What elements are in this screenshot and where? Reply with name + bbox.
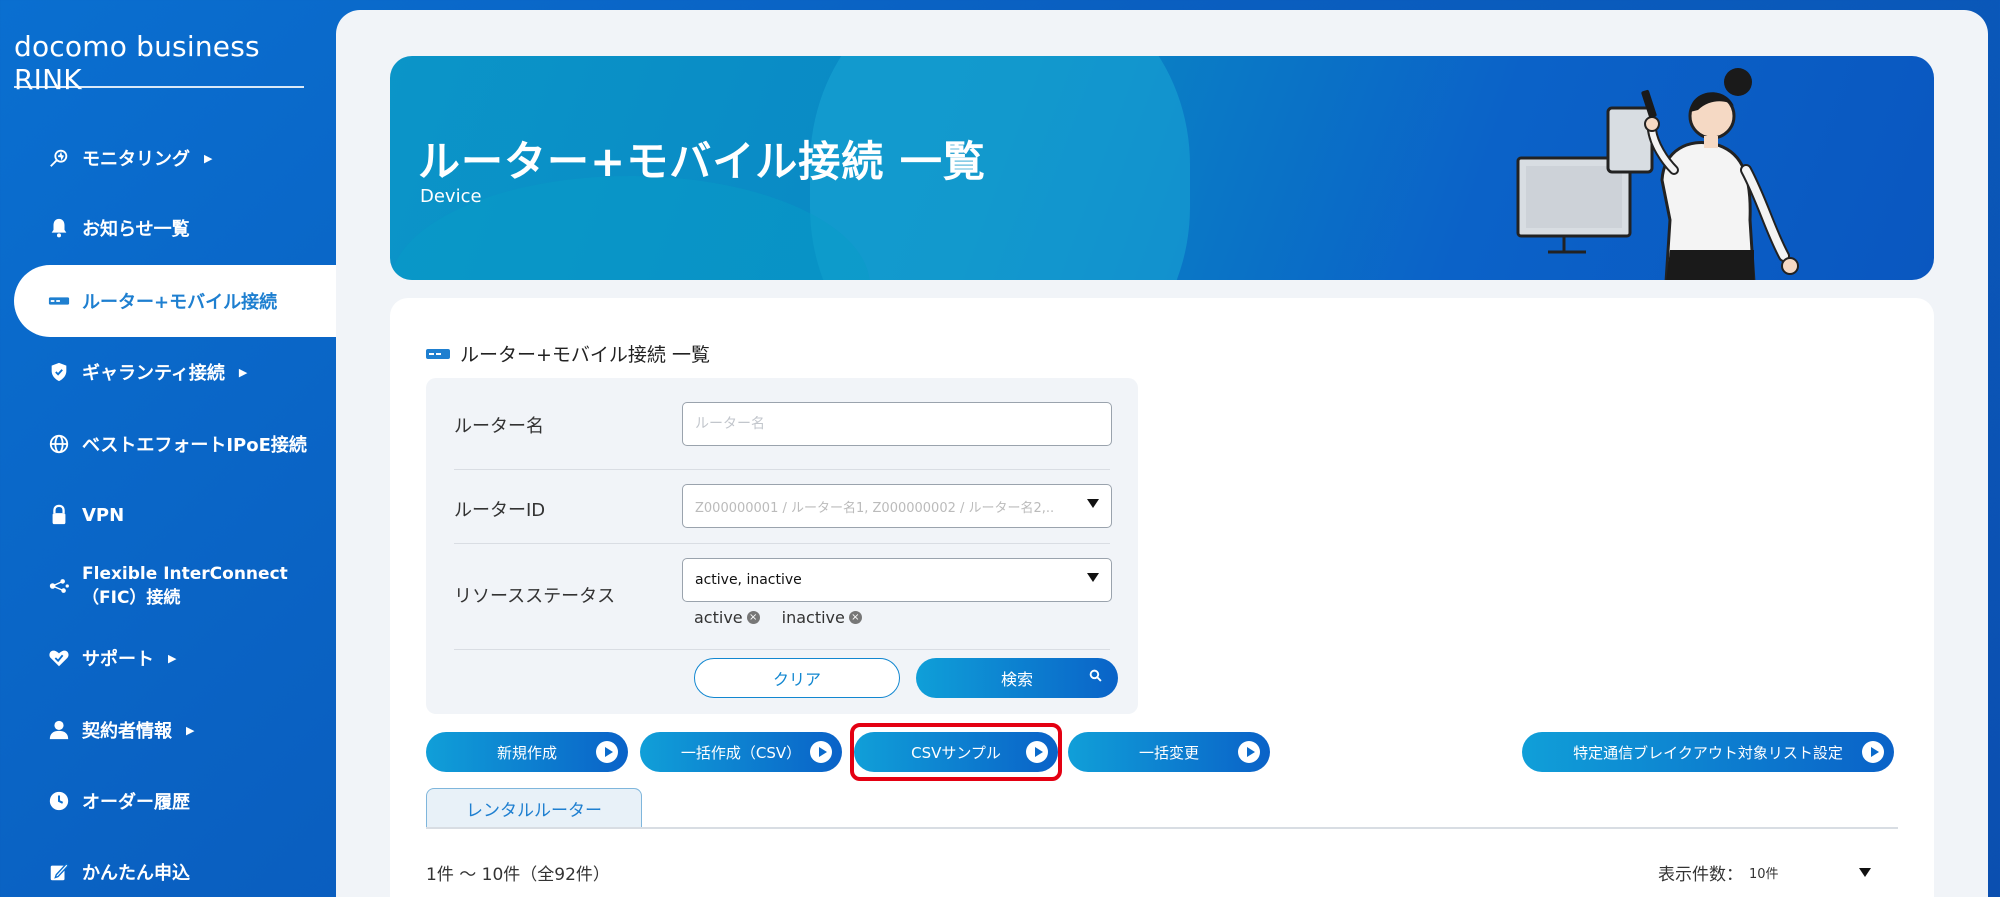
sidebar-item-label: ギャランティ接続: [82, 363, 225, 384]
play-arrow-icon: [1026, 741, 1048, 763]
bell-icon: [46, 215, 72, 241]
resource-status-label: リソースステータス: [454, 586, 616, 607]
sidebar-item-monitoring[interactable]: モニタリング ▶: [0, 128, 336, 188]
lock-icon: [46, 502, 72, 528]
sidebar-item-label: VPN: [82, 504, 125, 526]
status-chip-inactive: inactive ×: [782, 608, 862, 627]
status-chip-active: active ×: [694, 608, 760, 627]
dropdown-arrow-icon: [1087, 573, 1099, 582]
sidebar-item-guarantee[interactable]: ギャランティ接続 ▶: [0, 342, 336, 402]
bulk-update-button[interactable]: 一括変更: [1068, 732, 1270, 772]
play-arrow-icon: [810, 741, 832, 763]
remove-chip-icon[interactable]: ×: [848, 611, 862, 624]
monitoring-icon: [46, 145, 72, 171]
sidebar-item-label: モニタリング: [82, 149, 190, 170]
dropdown-arrow-icon: [1859, 868, 1871, 877]
sidebar: docomo business RINK モニタリング ▶ お知らせ一覧 ルータ…: [0, 0, 336, 897]
result-count: 1件 ～ 10件（全92件）: [426, 865, 610, 885]
chevron-right-icon: ▶: [168, 651, 177, 665]
router-name-field[interactable]: [695, 416, 1111, 432]
sidebar-item-order-history[interactable]: オーダー履歴: [0, 771, 336, 831]
sidebar-item-label: お知らせ一覧: [82, 219, 190, 240]
section-title: ルーター+モバイル接続 一覧: [426, 340, 710, 367]
sidebar-item-ipoe[interactable]: ベストエフォートIPoE接続: [0, 414, 336, 474]
sidebar-item-support[interactable]: サポート ▶: [0, 628, 336, 688]
brand-logo: docomo business RINK: [14, 30, 304, 96]
chevron-right-icon: ▶: [204, 151, 213, 165]
user-icon: [46, 717, 72, 743]
sidebar-item-label: ルーター+モバイル接続: [82, 292, 278, 313]
csv-sample-button[interactable]: CSVサンプル: [854, 732, 1058, 772]
shield-icon: [46, 359, 72, 385]
router-icon: [426, 348, 450, 359]
router-icon: [46, 288, 72, 314]
search-form: ルーター名 ルーターID Z000000001 / ルーター名1, Z00000…: [426, 378, 1138, 714]
breakout-list-settings-button[interactable]: 特定通信ブレイクアウト対象リスト設定: [1522, 732, 1894, 772]
dropdown-arrow-icon: [1087, 499, 1099, 508]
resource-status-row: リソースステータス active, inactive active × inac…: [454, 544, 1112, 650]
tab-divider: [426, 827, 1898, 829]
tab-rental-router[interactable]: レンタルルーター: [426, 788, 642, 828]
remove-chip-icon[interactable]: ×: [746, 611, 760, 624]
create-new-button[interactable]: 新規作成: [426, 732, 628, 772]
sidebar-item-label: かんたん申込: [82, 863, 190, 884]
sidebar-item-label: ベストエフォートIPoE接続: [82, 435, 307, 456]
woman-with-devices-illustration: [1516, 68, 1799, 280]
sidebar-item-router-mobile[interactable]: ルーター+モバイル接続: [14, 265, 336, 337]
page-subtitle: Device: [420, 186, 482, 207]
clock-icon: [46, 788, 72, 814]
sidebar-item-label: 契約者情報: [82, 721, 172, 742]
per-page-value[interactable]: 10件: [1749, 863, 1859, 882]
sidebar-item-contractor[interactable]: 契約者情報 ▶: [0, 700, 336, 760]
support-icon: [46, 645, 72, 671]
sidebar-item-notices[interactable]: お知らせ一覧: [0, 198, 336, 258]
sidebar-item-fic[interactable]: Flexible InterConnect （FIC）接続: [0, 554, 336, 618]
router-name-label: ルーター名: [454, 416, 544, 437]
content-card: ルーター+モバイル接続 一覧 ルーター名 ルーターID Z000000001 /…: [390, 298, 1934, 897]
edit-icon: [46, 859, 72, 885]
router-id-row: ルーターID Z000000001 / ルーター名1, Z000000002 /…: [454, 470, 1112, 544]
sidebar-item-vpn[interactable]: VPN: [0, 485, 336, 545]
router-name-row: ルーター名: [454, 378, 1112, 470]
sidebar-item-easy-apply[interactable]: かんたん申込: [0, 842, 336, 897]
resource-status-select[interactable]: active, inactive: [682, 558, 1112, 602]
chevron-right-icon: ▶: [238, 365, 248, 379]
router-id-label: ルーターID: [454, 500, 546, 521]
globe-icon: [46, 431, 72, 457]
per-page-selector[interactable]: 表示件数： 10件: [1658, 860, 1871, 885]
clear-button[interactable]: クリア: [694, 658, 900, 698]
status-chips: active × inactive ×: [694, 608, 862, 627]
page-title: ルーター+モバイル接続 一覧: [418, 137, 986, 186]
play-arrow-icon: [1862, 741, 1884, 763]
search-icon: [1089, 669, 1102, 686]
search-button[interactable]: 検索: [916, 658, 1118, 698]
play-arrow-icon: [596, 741, 618, 763]
sidebar-item-label: サポート: [82, 649, 154, 670]
per-page-label: 表示件数：: [1658, 865, 1743, 885]
hero-banner: ルーター+モバイル接続 一覧 Device: [390, 56, 1934, 280]
router-name-input[interactable]: [682, 402, 1112, 446]
main-panel: ルーター+モバイル接続 一覧 Device ルーター+モバイル接続 一覧 ルータ…: [336, 10, 1988, 897]
play-arrow-icon: [1238, 741, 1260, 763]
sidebar-item-label: Flexible InterConnect （FIC）接続: [82, 564, 288, 608]
chevron-right-icon: ▶: [186, 723, 195, 737]
sidebar-item-label: オーダー履歴: [82, 792, 190, 813]
bulk-create-csv-button[interactable]: 一括作成（CSV）: [640, 732, 842, 772]
network-icon: [46, 573, 72, 599]
router-id-select[interactable]: Z000000001 / ルーター名1, Z000000002 / ルーター名2…: [682, 484, 1112, 528]
